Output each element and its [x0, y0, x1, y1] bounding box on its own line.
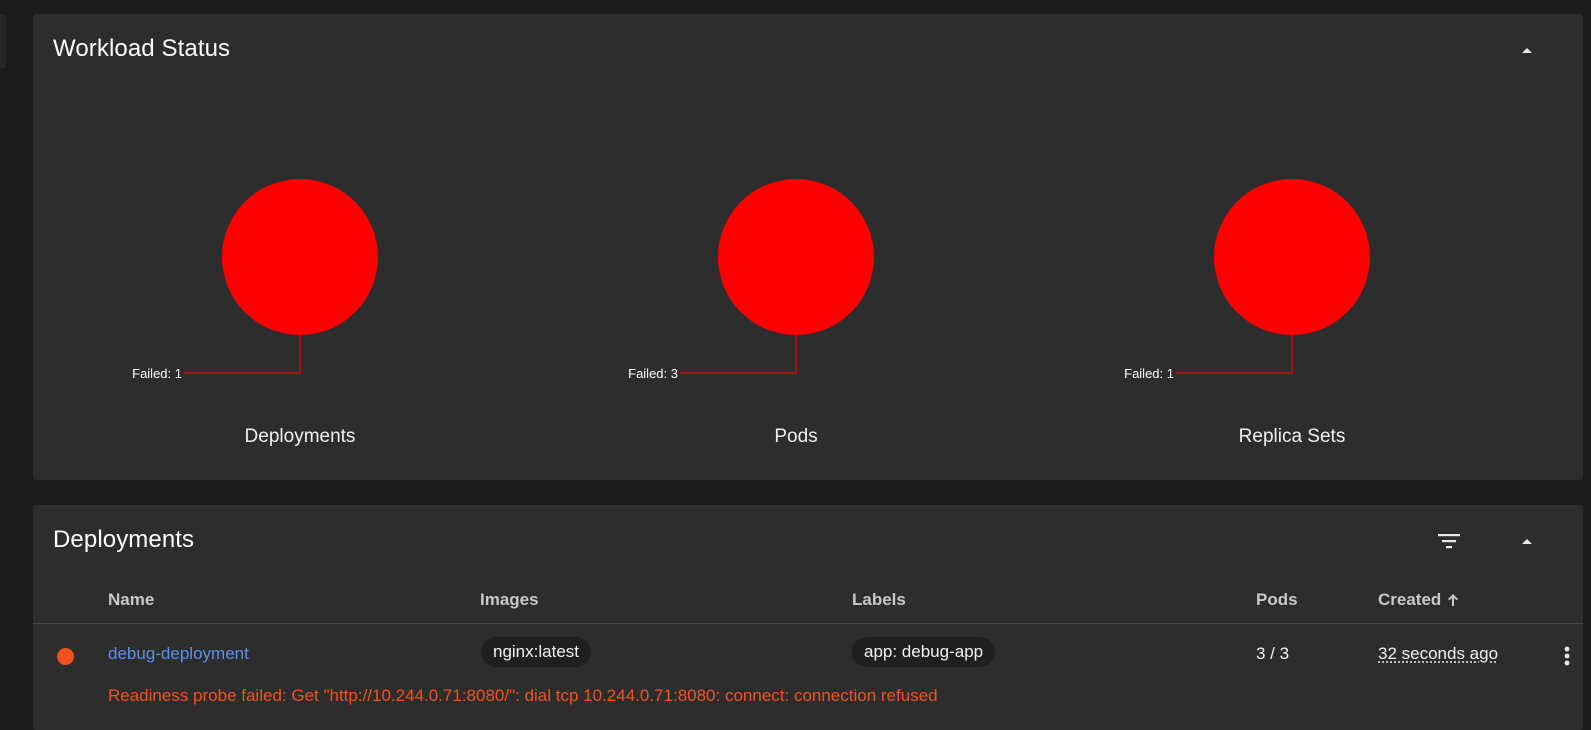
page: Workload Status Failed: 1 Deployments Fail…	[0, 0, 1591, 730]
error-message: Readiness probe failed: Get "http://10.2…	[108, 686, 938, 705]
deployments-collapse-button[interactable]	[1515, 529, 1539, 553]
pie-slice-failed[interactable]	[222, 179, 378, 335]
sidebar-edge	[0, 14, 6, 68]
workload-charts: Failed: 1 Deployments Failed: 3 Pods Failed:…	[132, 179, 1370, 447]
pie-slice-failed[interactable]	[718, 179, 874, 335]
pie-slice-failed[interactable]	[1214, 179, 1370, 335]
chevron-up-icon	[1522, 539, 1532, 544]
pie-data-label: Failed: 1	[1124, 366, 1174, 381]
chart-title: Pods	[774, 426, 817, 447]
column-header-name[interactable]: Name	[108, 590, 154, 610]
filter-icon	[1438, 534, 1460, 549]
column-header-created-label: Created	[1378, 590, 1442, 609]
column-header-images: Images	[480, 590, 539, 609]
more-vertical-icon	[1564, 646, 1570, 666]
deployments-card: Deployments Name Images Labels Pods Crea…	[33, 505, 1583, 730]
leader-line	[184, 335, 301, 374]
leader-line	[680, 335, 797, 374]
label-chip: app: debug-app	[852, 637, 996, 667]
pie-data-label: Failed: 1	[132, 366, 182, 381]
workload-status-card: Workload Status Failed: 1 Deployments Fail…	[33, 14, 1583, 480]
deployment-name-link[interactable]: debug-deployment	[108, 644, 249, 664]
row-actions-button[interactable]	[1558, 644, 1576, 668]
deployments-title: Deployments	[53, 526, 195, 553]
column-header-pods[interactable]: Pods	[1256, 590, 1298, 610]
leader-line	[1176, 335, 1293, 374]
column-header-labels: Labels	[852, 590, 906, 609]
table-row: debug-deployment nginx:latest app: debug…	[33, 624, 1583, 684]
arrow-up-icon	[1448, 594, 1459, 606]
chart-title: Replica Sets	[1239, 426, 1346, 447]
chart-title: Deployments	[245, 426, 356, 447]
status-error-icon	[57, 648, 74, 665]
filter-button[interactable]	[1437, 529, 1461, 553]
column-header-created[interactable]: Created	[1378, 590, 1459, 610]
pods-count: 3 / 3	[1256, 644, 1290, 663]
table-header: Name Images Labels Pods Created	[33, 577, 1583, 624]
image-chip: nginx:latest	[481, 637, 591, 667]
pie-data-label: Failed: 3	[628, 366, 678, 381]
created-time: 32 seconds ago	[1378, 644, 1499, 663]
